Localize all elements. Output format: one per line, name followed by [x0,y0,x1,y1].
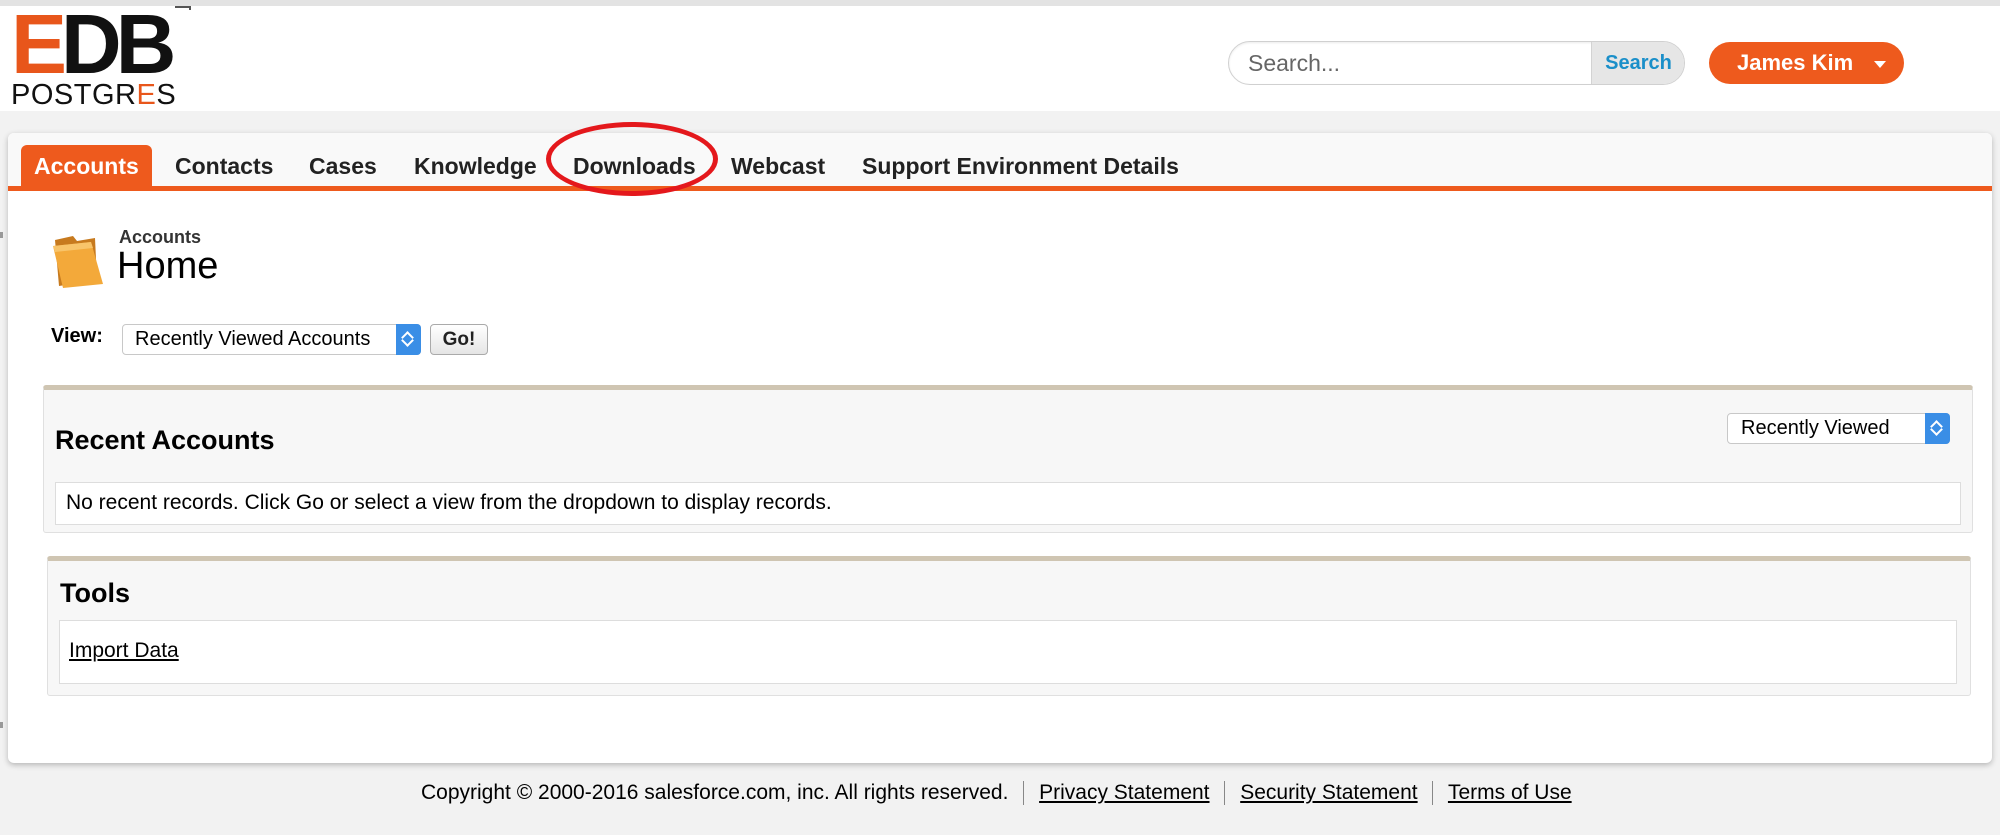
footer-divider [1432,781,1434,806]
search-input[interactable] [1229,42,1591,84]
footer-divider [1224,781,1226,806]
edge-mark [0,722,3,728]
view-select[interactable]: Recently Viewed Accounts [122,324,421,355]
go-button[interactable]: Go! [430,324,488,355]
recently-viewed-value: Recently Viewed [1741,417,1890,439]
tab-accounts[interactable]: Accounts [21,145,152,186]
view-select-value: Recently Viewed Accounts [135,328,371,350]
search-box: Search [1228,41,1685,85]
page-title: Home [117,245,219,287]
recent-accounts-title: Recent Accounts [55,425,275,455]
recent-accounts-section: Recent Accounts No recent records. Click… [43,385,1973,533]
select-arrows-icon [396,324,421,355]
site-header: EDB POSTGRES Search James Kim [0,2,2000,111]
terms-of-use-link[interactable]: Terms of Use [1448,781,1572,804]
logo-edb-text: EDB [11,0,176,91]
accounts-folder-icon [53,236,103,288]
logo-postgres-text: POSTGRES [11,79,177,111]
view-label: View: [51,325,103,347]
edge-mark [0,232,3,238]
copyright-text: Copyright © 2000-2016 salesforce.com, in… [421,781,1009,804]
search-button[interactable]: Search [1591,42,1684,84]
tools-title: Tools [60,578,130,608]
tab-support-environment-details[interactable]: Support Environment Details [862,145,1179,186]
chevron-down-icon [1874,61,1886,68]
footer: Copyright © 2000-2016 salesforce.com, in… [421,781,1572,806]
tools-list: Import Data [59,620,1957,684]
edb-postgres-logo[interactable]: EDB POSTGRES [11,2,191,111]
tab-knowledge[interactable]: Knowledge [414,145,537,186]
recent-accounts-list: No recent records. Click Go or select a … [55,482,1961,525]
user-menu-button[interactable]: James Kim [1709,42,1904,84]
import-data-link[interactable]: Import Data [69,639,179,663]
tools-section: Tools Import Data [47,556,1971,696]
recently-viewed-select[interactable]: Recently Viewed [1727,413,1950,444]
logo-corner-mark [175,6,191,10]
security-statement-link[interactable]: Security Statement [1240,781,1417,804]
tab-contacts[interactable]: Contacts [175,145,273,186]
empty-records-message: No recent records. Click Go or select a … [66,491,832,514]
user-name: James Kim [1737,50,1854,75]
tab-bar: Accounts Contacts Cases Knowledge Downlo… [8,133,1992,191]
annotation-circle [546,122,718,196]
footer-divider [1023,781,1025,806]
select-arrows-icon [1925,413,1950,444]
privacy-statement-link[interactable]: Privacy Statement [1039,781,1209,804]
tab-cases[interactable]: Cases [309,145,377,186]
tab-webcast[interactable]: Webcast [731,145,825,186]
